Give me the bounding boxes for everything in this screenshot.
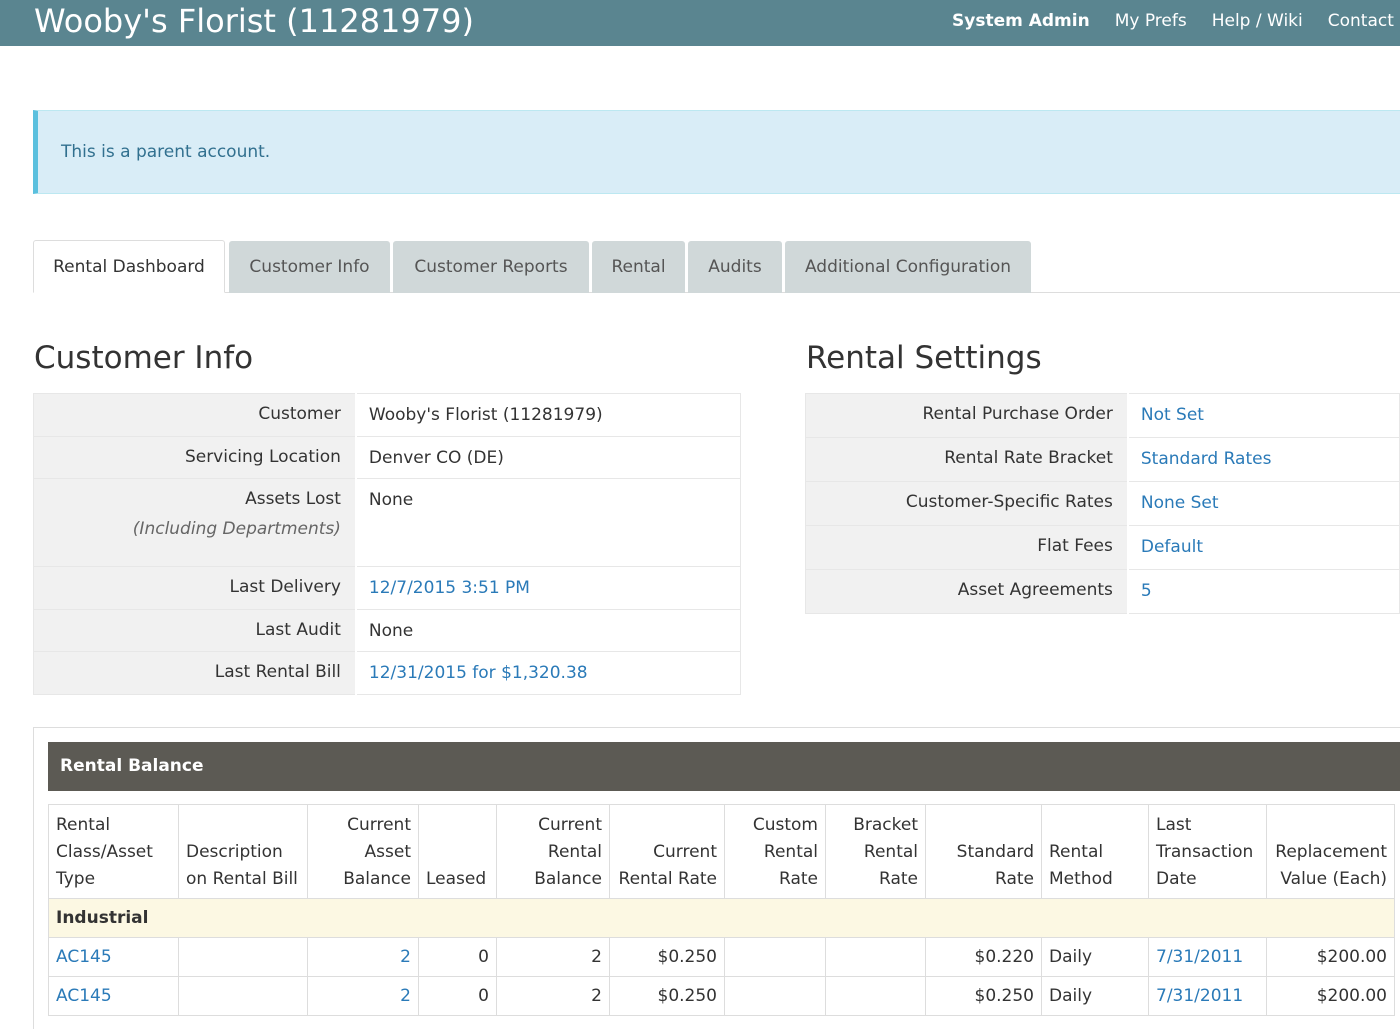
tab-additional-configuration[interactable]: Additional Configuration [785, 241, 1031, 293]
nav-my-prefs[interactable]: My Prefs [1115, 0, 1187, 44]
col-last-transaction-date[interactable]: Last Transaction Date [1148, 804, 1267, 899]
asset-agreements-link[interactable]: 5 [1127, 569, 1400, 614]
tab-audits[interactable]: Audits [688, 241, 782, 293]
last-rental-bill-label: Last Rental Bill [32, 651, 357, 695]
tab-customer-info[interactable]: Customer Info [229, 241, 390, 293]
col-description[interactable]: Description on Rental Bill [178, 804, 308, 899]
standard-rate-cell: $0.220 [925, 937, 1042, 977]
nav-system-admin[interactable]: System Admin [952, 0, 1090, 44]
col-custom-rental-rate[interactable]: Custom Rental Rate [724, 804, 826, 899]
table-row: Last Audit None [32, 609, 741, 652]
description-cell [178, 976, 308, 1016]
assets-lost-key: Assets Lost [245, 489, 341, 509]
table-row: Assets Lost (Including Departments) None [32, 478, 741, 567]
app-title: Wooby's Florist (11281979) [34, 2, 474, 40]
last-delivery-link[interactable]: 12/7/2015 3:51 PM [355, 566, 741, 610]
rental-settings-table: Rental Purchase Order Not Set Rental Rat… [804, 393, 1400, 614]
last-transaction-link[interactable]: 7/31/2011 [1148, 937, 1267, 977]
tab-rental-dashboard[interactable]: Rental Dashboard [33, 240, 225, 293]
leased-cell: 0 [418, 937, 497, 977]
flat-fees-label: Flat Fees [804, 525, 1129, 570]
bracket-rate-cell [825, 976, 926, 1016]
col-current-rental-balance[interactable]: Current Rental Balance [496, 804, 610, 899]
assets-lost-label: Assets Lost (Including Departments) [32, 478, 357, 567]
rental-balance-title: Rental Balance [60, 756, 204, 776]
customer-info-table: Customer Wooby's Florist (11281979) Serv… [32, 393, 741, 695]
col-current-rental-rate[interactable]: Current Rental Rate [609, 804, 725, 899]
assets-lost-subnote: (Including Departments) [132, 519, 341, 539]
rental-rate-bracket-label: Rental Rate Bracket [804, 437, 1129, 482]
customer-label: Customer [32, 393, 357, 437]
last-audit-value: None [355, 609, 741, 652]
rental-class-link[interactable]: AC145 [48, 937, 179, 977]
top-bar: Wooby's Florist (11281979) System Admin … [0, 0, 1400, 46]
replacement-value-cell: $200.00 [1266, 937, 1395, 977]
rental-balance-table: Rental Class/Asset Type Description on R… [48, 804, 1395, 1016]
table-row: Flat Fees Default [804, 525, 1400, 570]
alert-text: This is a parent account. [61, 142, 271, 162]
rental-class-link[interactable]: AC145 [48, 976, 179, 1016]
customer-value: Wooby's Florist (11281979) [355, 393, 741, 437]
nav-help-wiki[interactable]: Help / Wiki [1212, 0, 1303, 44]
rental-rate-bracket-link[interactable]: Standard Rates [1127, 437, 1400, 482]
table-row: Customer-Specific Rates None Set [804, 481, 1400, 526]
top-nav: System Admin My Prefs Help / Wiki Contac… [952, 0, 1400, 44]
replacement-value-cell: $200.00 [1266, 976, 1395, 1016]
table-row: Asset Agreements 5 [804, 569, 1400, 614]
last-transaction-link[interactable]: 7/31/2011 [1148, 976, 1267, 1016]
rental-purchase-order-link[interactable]: Not Set [1127, 393, 1400, 438]
leased-cell: 0 [418, 976, 497, 1016]
table-row: Last Rental Bill 12/31/2015 for $1,320.3… [32, 651, 741, 695]
rental-method-cell: Daily [1041, 976, 1149, 1016]
table-row: Rental Purchase Order Not Set [804, 393, 1400, 438]
table-header-row: Rental Class/Asset Type Description on R… [48, 804, 1395, 899]
rental-purchase-order-label: Rental Purchase Order [804, 393, 1129, 438]
asset-balance-link[interactable]: 2 [307, 976, 419, 1016]
standard-rate-cell: $0.250 [925, 976, 1042, 1016]
tab-bar: Rental Dashboard Customer Info Customer … [33, 240, 1400, 293]
table-row: Last Delivery 12/7/2015 3:51 PM [32, 566, 741, 610]
table-row: Servicing Location Denver CO (DE) [32, 436, 741, 479]
rental-rate-cell: $0.250 [609, 937, 725, 977]
servicing-location-value: Denver CO (DE) [355, 436, 741, 479]
col-replacement-value[interactable]: Replacement Value (Each) [1266, 804, 1395, 899]
custom-rate-cell [724, 976, 826, 1016]
table-row: Customer Wooby's Florist (11281979) [32, 393, 741, 437]
description-cell [178, 937, 308, 977]
table-row: Rental Rate Bracket Standard Rates [804, 437, 1400, 482]
tab-customer-reports[interactable]: Customer Reports [393, 241, 589, 293]
parent-account-alert: This is a parent account. [33, 110, 1400, 194]
custom-rate-cell [724, 937, 826, 977]
rental-rate-cell: $0.250 [609, 976, 725, 1016]
group-label: Industrial [48, 898, 1395, 938]
col-standard-rate[interactable]: Standard Rate [925, 804, 1042, 899]
last-audit-label: Last Audit [32, 609, 357, 652]
col-rental-method[interactable]: Rental Method [1041, 804, 1149, 899]
rental-balance-header: Rental Balance [48, 742, 1400, 791]
col-leased[interactable]: Leased [418, 804, 497, 899]
assets-lost-value: None [355, 478, 741, 567]
rental-settings-title: Rental Settings [806, 340, 1042, 376]
bracket-rate-cell [825, 937, 926, 977]
col-rental-class[interactable]: Rental Class/Asset Type [48, 804, 179, 899]
col-current-asset-balance[interactable]: Current Asset Balance [307, 804, 419, 899]
last-delivery-label: Last Delivery [32, 566, 357, 610]
asset-agreements-label: Asset Agreements [804, 569, 1129, 614]
customer-specific-rates-label: Customer-Specific Rates [804, 481, 1129, 526]
last-rental-bill-link[interactable]: 12/31/2015 for $1,320.38 [355, 651, 741, 695]
group-row: Industrial [48, 898, 1395, 938]
table-row: AC145 2 0 2 $0.250 $0.250 Daily 7/31/201… [48, 976, 1395, 1016]
rental-method-cell: Daily [1041, 937, 1149, 977]
servicing-location-label: Servicing Location [32, 436, 357, 479]
rental-balance-cell: 2 [496, 937, 610, 977]
customer-info-title: Customer Info [34, 340, 254, 376]
flat-fees-link[interactable]: Default [1127, 525, 1400, 570]
rental-balance-cell: 2 [496, 976, 610, 1016]
nav-contact-support[interactable]: Contact Support [1328, 0, 1400, 44]
table-row: AC145 2 0 2 $0.250 $0.220 Daily 7/31/201… [48, 937, 1395, 977]
asset-balance-link[interactable]: 2 [307, 937, 419, 977]
customer-specific-rates-link[interactable]: None Set [1127, 481, 1400, 526]
tab-rental[interactable]: Rental [592, 241, 685, 293]
col-bracket-rental-rate[interactable]: Bracket Rental Rate [825, 804, 926, 899]
